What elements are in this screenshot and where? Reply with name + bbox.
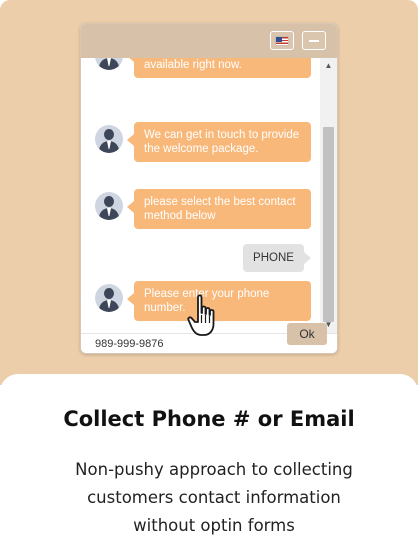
agent-avatar [95,125,123,153]
agent-message: We can get in touch to provide the welco… [127,122,311,162]
agent-message: Our live agents are not available right … [127,58,311,78]
chat-header [81,24,337,58]
feature-title: Collect Phone # or Email [63,407,355,431]
hero-background: Our live agents are not available right … [0,0,418,385]
scroll-thumb[interactable] [323,127,334,322]
agent-avatar [95,58,123,70]
agent-avatar [95,192,123,220]
phone-input[interactable] [81,334,281,353]
ok-button[interactable]: Ok [287,323,327,345]
agent-message: please select the best contact method be… [127,189,311,229]
scroll-up-arrow-icon[interactable]: ▲ [320,58,337,74]
minimize-button[interactable] [302,31,326,50]
agent-message: Please enter your phone number. [127,281,311,321]
user-message: PHONE [243,244,311,272]
chat-messages: Our live agents are not available right … [81,58,337,333]
language-button[interactable] [270,31,294,50]
feature-card: Our live agents are not available right … [0,0,418,558]
hand-cursor-icon [187,294,215,336]
agent-avatar [95,284,123,312]
feature-description: Non-pushy approach to collecting custome… [75,460,353,535]
minimize-icon [309,39,319,42]
chat-scrollbar[interactable]: ▲ ▼ [320,58,337,333]
us-flag-icon [275,35,289,46]
